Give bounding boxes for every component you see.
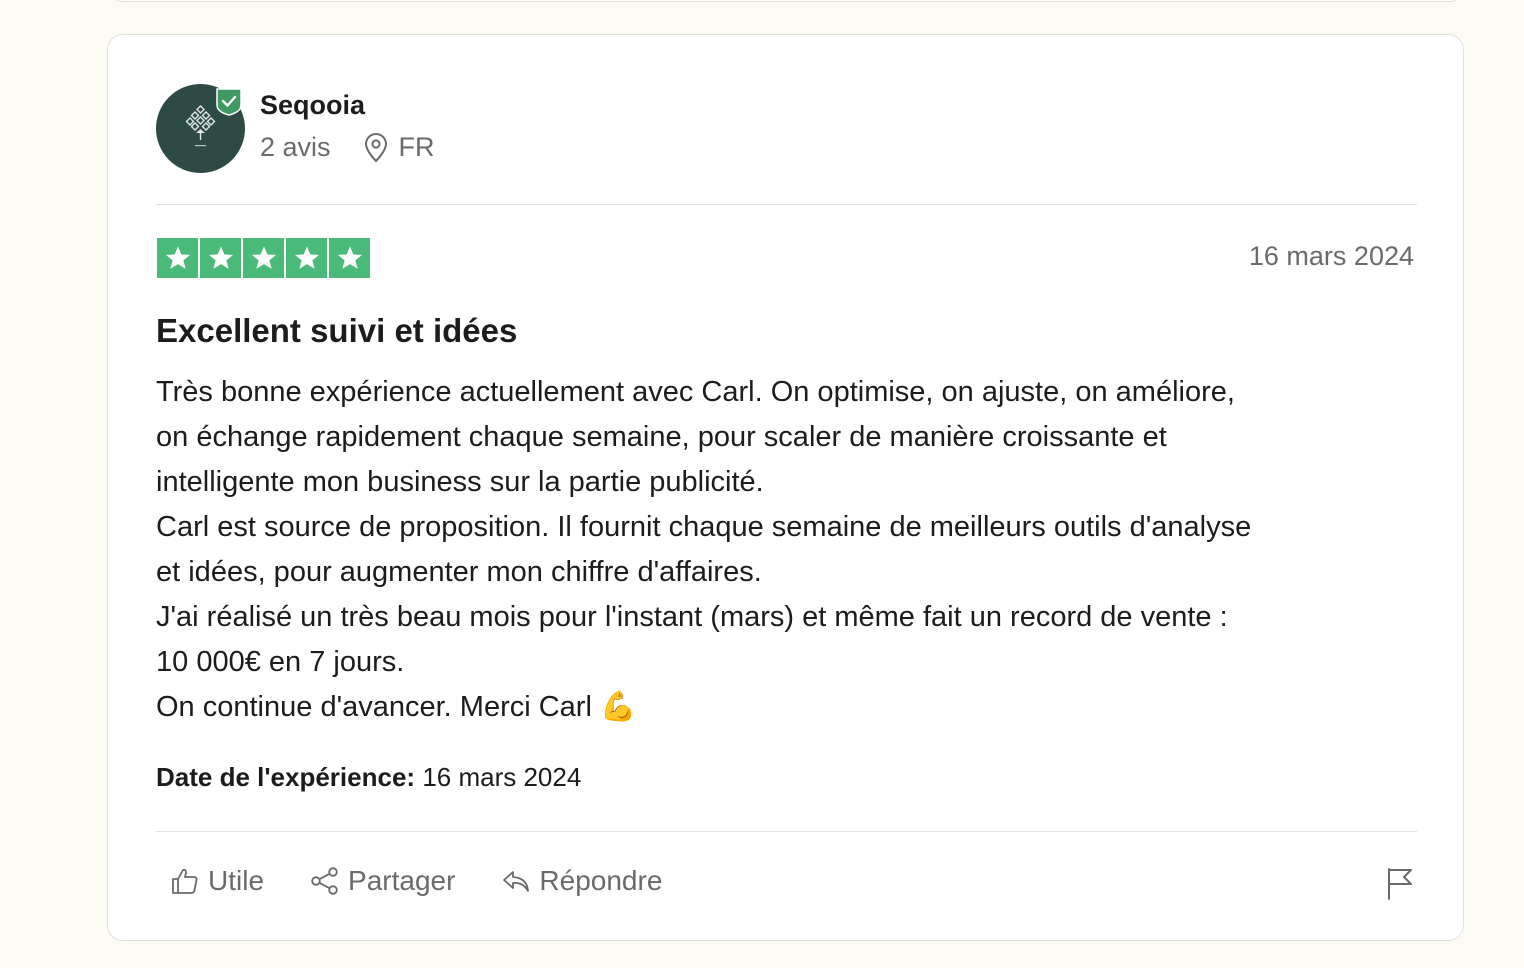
experience-date-label: Date de l'expérience: xyxy=(156,762,416,792)
review-body-line: Carl est source de proposition. Il fourn… xyxy=(156,511,1252,543)
star-icon xyxy=(157,238,198,278)
review-card: Seqooia 2 avis FR 16 mars 2024 Excellent… xyxy=(107,34,1464,941)
star-icon xyxy=(243,238,284,278)
star-icon xyxy=(200,238,241,278)
review-body-line: on échange rapidement chaque semaine, po… xyxy=(156,421,1167,453)
review-body-line: intelligente mon business sur la partie … xyxy=(156,466,764,498)
useful-label: Utile xyxy=(208,865,265,896)
share-label: Partager xyxy=(348,865,456,896)
previous-review-card-edge xyxy=(108,0,1466,2)
review-actions: Utile Partager Répondre xyxy=(170,865,708,897)
avatar[interactable] xyxy=(156,84,245,173)
share-button[interactable]: Partager xyxy=(310,865,455,897)
review-count: 2 avis xyxy=(260,132,331,162)
review-body-line: et idées, pour augmenter mon chiffre d'a… xyxy=(156,556,762,588)
verified-shield-icon xyxy=(216,88,242,116)
reviewer-name[interactable]: Seqooia xyxy=(260,90,365,121)
footer-divider xyxy=(156,831,1417,832)
share-icon xyxy=(311,867,338,895)
reply-button[interactable]: Répondre xyxy=(501,865,662,897)
thumbs-up-icon xyxy=(172,868,198,894)
header-divider xyxy=(156,204,1417,205)
experience-date: Date de l'expérience: 16 mars 2024 xyxy=(156,762,581,793)
review-body: Très bonne expérience actuellement avec … xyxy=(156,370,1426,730)
star-icon xyxy=(286,238,327,278)
experience-date-value: 16 mars 2024 xyxy=(422,762,582,792)
useful-button[interactable]: Utile xyxy=(170,865,264,897)
review-body-line: J'ai réalisé un très beau mois pour l'in… xyxy=(156,601,1228,633)
star-rating xyxy=(157,238,370,278)
review-date: 16 mars 2024 xyxy=(1248,241,1414,271)
reply-icon xyxy=(503,871,530,892)
review-body-line: On continue d'avancer. Merci Carl 💪 xyxy=(156,691,637,723)
star-icon xyxy=(329,238,370,278)
review-title[interactable]: Excellent suivi et idées xyxy=(156,312,517,350)
flag-icon[interactable] xyxy=(1385,867,1415,901)
reply-label: Répondre xyxy=(539,865,663,896)
location-pin-icon xyxy=(364,132,387,162)
reviewer-country: FR xyxy=(398,132,435,162)
review-body-line: Très bonne expérience actuellement avec … xyxy=(156,376,1235,408)
reviewer-meta: 2 avis FR xyxy=(260,132,435,163)
review-body-line: 10 000€ en 7 jours. xyxy=(156,646,405,678)
